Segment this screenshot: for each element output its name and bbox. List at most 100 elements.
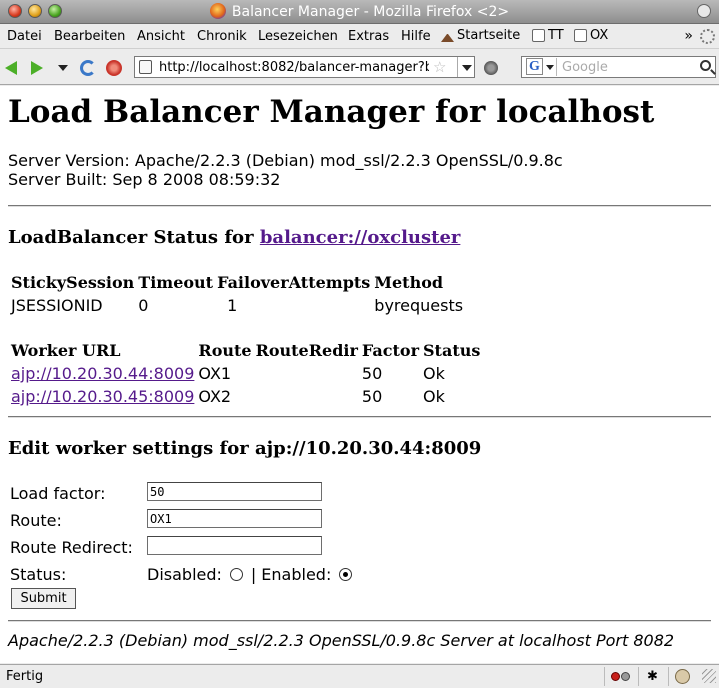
column-header: Route — [198, 341, 252, 360]
face-icon — [675, 669, 690, 684]
menu-ansicht[interactable]: Ansicht — [137, 29, 185, 44]
table-cell: 50 — [361, 387, 383, 406]
navigation-toolbar: ☆ G — [0, 50, 719, 85]
status-label: Status: — [10, 565, 67, 584]
site-identity-icon[interactable] — [139, 60, 152, 74]
load-factor-label: Load factor: — [10, 484, 106, 503]
menu-datei[interactable]: Datei — [7, 29, 42, 44]
table-cell: Ok — [423, 364, 445, 383]
window-titlebar: Balancer Manager - Mozilla Firefox <2> — [0, 0, 719, 24]
table-header-row: StickySession Timeout FailoverAttempts M… — [10, 272, 464, 293]
bug-icon: ✱ — [647, 669, 658, 684]
status-text: Fertig — [6, 669, 44, 684]
disabled-label: Disabled: — [147, 565, 222, 584]
menu-bar: Datei Bearbeiten Ansicht Chronik Lesezei… — [0, 25, 719, 49]
worker-link[interactable]: ajp://10.20.30.45:8009 — [11, 387, 194, 406]
bookmark-tt[interactable]: TT — [532, 28, 564, 43]
extension-status[interactable] — [668, 667, 696, 686]
back-arrow-icon[interactable] — [5, 61, 17, 75]
divider — [8, 620, 711, 622]
table-cell: byrequests — [374, 296, 464, 315]
menu-lesezeichen[interactable]: Lesezeichen — [258, 29, 338, 44]
column-header: FailoverAttempts — [217, 273, 371, 292]
page-title: Load Balancer Manager for localhost — [8, 94, 655, 130]
divider — [8, 205, 711, 207]
column-header: Status — [423, 341, 481, 360]
history-dropdown-icon[interactable] — [58, 65, 68, 71]
bookmark-tt-label: TT — [548, 28, 564, 43]
reload-icon[interactable] — [80, 60, 96, 76]
bookmarks-overflow-chevron[interactable]: » — [684, 28, 693, 44]
table-row: ajp://10.20.30.45:8009 OX2 50 Ok — [10, 386, 481, 407]
window-title-text: Balancer Manager - Mozilla Firefox <2> — [231, 4, 510, 20]
recorder-status[interactable] — [604, 667, 636, 686]
route-input[interactable] — [147, 509, 322, 528]
route-redirect-label: Route Redirect: — [10, 538, 133, 557]
page-content: Load Balancer Manager for localhost Serv… — [0, 86, 719, 663]
worker-link[interactable]: ajp://10.20.30.44:8009 — [11, 364, 194, 383]
firefox-logo-icon — [209, 3, 226, 19]
column-header: Method — [374, 273, 444, 292]
forward-arrow-icon[interactable] — [31, 61, 43, 75]
edit-worker-heading: Edit worker settings for ajp://10.20.30.… — [8, 438, 482, 459]
table-cell — [255, 363, 359, 384]
form-row-status: Status: Disabled: | Enabled: — [10, 563, 410, 587]
column-header: StickySession — [11, 273, 135, 292]
route-redirect-input[interactable] — [147, 536, 322, 555]
load-factor-input[interactable] — [147, 482, 322, 501]
debugger-status[interactable]: ✱ — [638, 667, 666, 686]
menu-bearbeiten[interactable]: Bearbeiten — [54, 29, 125, 44]
table-row: ajp://10.20.30.44:8009 OX1 50 Ok — [10, 363, 481, 384]
window-toolbar-toggle-button[interactable] — [697, 4, 711, 18]
lb-cluster-link[interactable]: balancer://oxcluster — [260, 227, 461, 248]
table-cell: 50 — [361, 364, 383, 383]
search-bar[interactable]: G — [521, 56, 716, 78]
lb-status-prefix: LoadBalancer Status for — [8, 227, 254, 248]
menu-hilfe[interactable]: Hilfe — [401, 29, 431, 44]
url-input[interactable] — [159, 58, 429, 76]
menu-extras[interactable]: Extras — [348, 29, 389, 44]
table-row: JSESSIONID 0 1 byrequests — [10, 295, 464, 316]
stop-icon[interactable] — [106, 60, 122, 76]
worker-url-cell: ajp://10.20.30.45:8009 — [10, 386, 195, 407]
url-bar[interactable]: ☆ — [134, 56, 475, 78]
worker-url-cell: ajp://10.20.30.44:8009 — [10, 363, 195, 384]
column-header: RouteRedir — [255, 341, 358, 360]
table-cell: Ok — [423, 387, 445, 406]
server-info: Server Version: Apache/2.2.3 (Debian) mo… — [8, 151, 563, 189]
resize-grip[interactable] — [702, 669, 716, 683]
table-cell: JSESSIONID — [11, 296, 103, 315]
submit-button[interactable]: Submit — [11, 588, 76, 609]
lb-settings-table: StickySession Timeout FailoverAttempts M… — [8, 270, 466, 318]
bookmark-startseite[interactable]: Startseite — [441, 28, 520, 43]
enabled-label: Enabled: — [261, 565, 332, 584]
url-dropdown-button[interactable] — [457, 57, 475, 77]
search-engine-icon: G — [526, 58, 543, 75]
addon-icon[interactable] — [484, 61, 498, 75]
status-options: Disabled: | Enabled: — [147, 565, 360, 584]
throbber-icon — [700, 29, 715, 44]
enabled-radio[interactable] — [339, 568, 353, 581]
bookmark-ox-label: OX — [590, 28, 609, 43]
bookmark-ox[interactable]: OX — [574, 28, 608, 43]
server-built: Server Built: Sep 8 2008 08:59:32 — [8, 170, 281, 189]
table-header-row: Worker URL Route RouteRedir Factor Statu… — [10, 340, 481, 361]
search-icon[interactable] — [700, 60, 711, 71]
bookmark-star-icon[interactable]: ☆ — [433, 58, 446, 76]
status-bar: Fertig ✱ — [0, 664, 719, 688]
page-icon — [574, 29, 587, 42]
search-input[interactable] — [562, 58, 692, 76]
record-icon — [611, 672, 620, 681]
search-engine-selector[interactable]: G — [523, 58, 557, 76]
divider — [8, 416, 711, 418]
window-title: Balancer Manager - Mozilla Firefox <2> — [0, 3, 719, 20]
column-header: Factor — [361, 341, 419, 360]
table-cell: OX2 — [198, 387, 232, 406]
table-cell: OX1 — [198, 364, 232, 383]
disabled-radio[interactable] — [229, 568, 243, 581]
bookmark-startseite-label: Startseite — [457, 28, 521, 43]
table-cell — [255, 386, 359, 407]
menu-chronik[interactable]: Chronik — [197, 29, 247, 44]
column-header: Timeout — [138, 273, 214, 292]
status-separator: | — [250, 565, 257, 584]
